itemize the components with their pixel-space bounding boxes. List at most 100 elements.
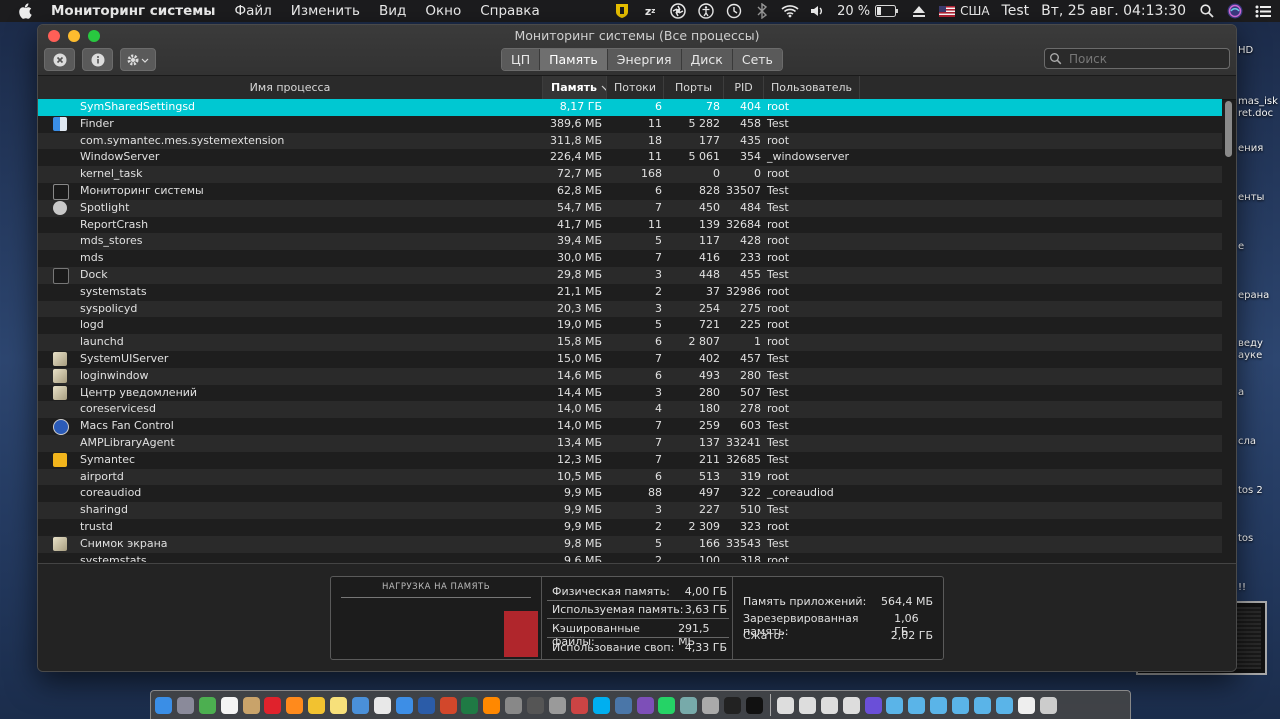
col-memory[interactable]: Память (543, 76, 607, 99)
menu-view[interactable]: Вид (379, 3, 406, 19)
dock-folder4-icon[interactable] (952, 696, 970, 714)
table-row[interactable]: logd 19,0 МБ 5 721 225 root (38, 317, 1222, 335)
stop-process-button[interactable] (44, 48, 75, 71)
table-row[interactable]: systemstats 9,6 МБ 2 100 318 root (38, 552, 1222, 562)
tab-energy[interactable]: Энергия (607, 49, 682, 70)
table-row[interactable]: WindowServer 226,4 МБ 11 5 061 354 _windowser… (38, 149, 1222, 167)
dock-preview2-icon[interactable] (798, 696, 816, 714)
menu-file[interactable]: Файл (235, 3, 272, 19)
dock-security-icon[interactable] (570, 696, 588, 714)
desktop-item-label[interactable]: а (1238, 387, 1244, 398)
dock-contacts-icon[interactable] (242, 696, 260, 714)
desktop-item-label[interactable]: mas_isk (1238, 96, 1278, 107)
dock-whatsapp-icon[interactable] (658, 696, 676, 714)
battery-percent[interactable]: 20 % (837, 4, 870, 19)
us-flag-icon[interactable] (938, 2, 956, 20)
time-machine-icon[interactable] (725, 2, 743, 20)
dock-maps-icon[interactable] (198, 696, 216, 714)
dock-skype-icon[interactable] (592, 696, 610, 714)
action-menu-button[interactable] (120, 48, 156, 71)
dock-folder2-icon[interactable] (908, 696, 926, 714)
dock-viber-icon[interactable] (636, 696, 654, 714)
dock-notes-icon[interactable] (330, 696, 348, 714)
dock-photo-tool-icon[interactable] (505, 696, 523, 714)
desktop-item-label[interactable]: ауке (1238, 350, 1262, 361)
search-input[interactable] (1067, 50, 1221, 67)
accessibility-icon[interactable] (697, 2, 715, 20)
symantec-tray-icon[interactable] (613, 2, 631, 20)
table-row[interactable]: Центр уведомлений 14,4 МБ 3 280 507 Test (38, 384, 1222, 402)
bluetooth-icon[interactable] (753, 2, 771, 20)
table-row[interactable]: systemstats 21,1 МБ 2 37 32986 root (38, 283, 1222, 301)
dock-excel-icon[interactable] (461, 696, 479, 714)
table-row[interactable]: sharingd 9,9 МБ 3 227 510 Test (38, 502, 1222, 519)
dock-settings-icon[interactable] (549, 696, 567, 714)
col-process-name[interactable]: Имя процесса (38, 76, 543, 99)
table-row[interactable]: kernel_task 72,7 МБ 168 0 0 root (38, 166, 1222, 183)
desktop-item-label[interactable]: !! (1238, 582, 1246, 593)
table-row[interactable]: loginwindow 14,6 МБ 6 493 280 Test (38, 367, 1222, 385)
dock-mail-tool-icon[interactable] (702, 696, 720, 714)
table-row[interactable]: SystemUIServer 15,0 МБ 7 402 457 Test (38, 350, 1222, 368)
menu-app-name[interactable]: Мониторинг системы (51, 3, 216, 19)
desktop-item-label[interactable]: енты (1238, 192, 1264, 203)
apple-menu-icon[interactable] (17, 3, 33, 19)
spotlight-search-icon[interactable] (1198, 2, 1216, 20)
desktop-item-label[interactable]: tos 2 (1238, 485, 1263, 496)
vertical-scrollbar[interactable] (1225, 101, 1232, 157)
table-row[interactable]: airportd 10,5 МБ 6 513 319 root (38, 468, 1222, 486)
dock-keynote-icon[interactable] (395, 696, 413, 714)
tab-cpu[interactable]: ЦП (502, 49, 541, 70)
table-row[interactable]: coreaudiod 9,9 МБ 88 497 322 _coreaudiod (38, 485, 1222, 503)
inspect-button[interactable] (82, 48, 113, 71)
table-row[interactable]: syspolicyd 20,3 МБ 3 254 275 root (38, 300, 1222, 318)
user-name[interactable]: Test (1002, 3, 1030, 19)
table-row[interactable]: trustd 9,9 МБ 2 2 309 323 root (38, 518, 1222, 536)
desktop-item-label[interactable]: HD (1238, 45, 1253, 56)
dock-folder-icon[interactable] (886, 696, 904, 714)
dock-document-icon[interactable] (1017, 696, 1035, 714)
table-row[interactable]: mds 30,0 МБ 7 416 233 root (38, 250, 1222, 267)
table-row[interactable]: Spotlight 54,7 МБ 7 450 484 Test (38, 199, 1222, 217)
clock[interactable]: Вт, 25 авг. 04:13:30 (1041, 3, 1186, 19)
search-box[interactable] (1044, 48, 1230, 69)
table-row[interactable]: Dock 29,8 МБ 3 448 455 Test (38, 266, 1222, 284)
desktop-item-label[interactable]: сла (1238, 436, 1256, 447)
table-row[interactable]: ReportCrash 41,7 МБ 11 139 32684 root (38, 216, 1222, 234)
dock-package-icon[interactable] (680, 696, 698, 714)
desktop-item-label[interactable]: ерана (1238, 290, 1269, 301)
dock-calendar-icon[interactable] (220, 696, 238, 714)
input-language[interactable]: США (960, 4, 989, 18)
table-row[interactable]: Finder 389,6 МБ 11 5 282 458 Test (38, 115, 1222, 133)
table-row[interactable]: Снимок экрана 9,8 МБ 5 166 33543 Test (38, 535, 1222, 553)
dock-appstore-tools-icon[interactable] (352, 696, 370, 714)
table-row[interactable]: Symantec 12,3 МБ 7 211 32685 Test (38, 451, 1222, 469)
tab-network[interactable]: Сеть (732, 49, 782, 70)
eject-icon[interactable] (910, 2, 928, 20)
desktop-item-label[interactable]: ения (1238, 143, 1263, 154)
dock-siri-icon[interactable] (864, 696, 882, 714)
desktop-item-label[interactable]: ret.doc (1238, 108, 1273, 119)
dock-folder3-icon[interactable] (930, 696, 948, 714)
dock-preview4-icon[interactable] (842, 696, 860, 714)
dock-opera-icon[interactable] (264, 696, 282, 714)
desktop-item-label[interactable]: е (1238, 241, 1244, 252)
dock-finder-icon[interactable] (155, 696, 172, 714)
table-row[interactable]: launchd 15,8 МБ 6 2 807 1 root (38, 334, 1222, 351)
table-row[interactable]: coreservicesd 14,0 МБ 4 180 278 root (38, 401, 1222, 419)
table-row[interactable]: com.symantec.mes.systemextension 311,8 МБ… (38, 132, 1222, 150)
dock-folder5-icon[interactable] (973, 696, 991, 714)
menu-edit[interactable]: Изменить (291, 3, 360, 19)
table-row[interactable]: Мониторинг системы 62,8 МБ 6 828 33507 Test (38, 182, 1222, 200)
table-row[interactable]: SymSharedSettingsd 8,17 ГБ 6 78 404 root (38, 99, 1222, 116)
table-row[interactable]: AMPLibraryAgent 13,4 МБ 7 137 33241 Test (38, 434, 1222, 452)
menu-help[interactable]: Справка (480, 3, 539, 19)
col-ports[interactable]: Порты (664, 76, 724, 99)
dock-folder6-icon[interactable] (995, 696, 1013, 714)
dock-preview3-icon[interactable] (820, 696, 838, 714)
desktop-item-label[interactable]: tos (1238, 533, 1253, 544)
dock-trash-icon[interactable] (1039, 696, 1057, 714)
dock-charts-icon[interactable] (373, 696, 391, 714)
table-row[interactable]: mds_stores 39,4 МБ 5 117 428 root (38, 233, 1222, 251)
dock-terminal-icon[interactable] (746, 696, 764, 714)
